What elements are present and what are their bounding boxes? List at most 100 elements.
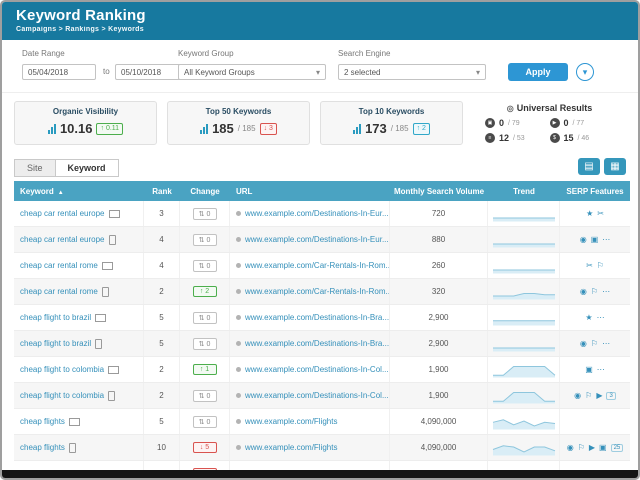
keyword-link[interactable]: cheap flight to colombia: [20, 365, 104, 374]
search-volume-value: 720: [390, 201, 488, 226]
tab-site[interactable]: Site: [14, 159, 56, 177]
keyword-cell: cheap flight to brazil: [14, 331, 144, 356]
mobile-icon: [109, 235, 116, 245]
trend-sparkline: [492, 440, 556, 456]
collapse-filters-button[interactable]: ▾: [576, 63, 594, 81]
change-cell: ⇅ 0: [180, 227, 230, 252]
url-status-icon: [236, 289, 241, 294]
arrow-up-icon: ↑: [100, 125, 104, 132]
change-badge: ↓ 5: [193, 442, 217, 453]
url-link[interactable]: www.example.com/Destinations-In-Eur...: [245, 235, 389, 244]
chevron-down-icon: ▾: [476, 65, 480, 81]
universal-value: 0: [499, 118, 504, 128]
search-volume-value: 2,900: [390, 305, 488, 330]
url-link[interactable]: www.example.com/Destinations-In-Col...: [245, 365, 389, 374]
apply-button[interactable]: Apply: [508, 63, 568, 81]
search-engine-value: 2 selected: [344, 68, 380, 77]
local-icon: ⚐: [591, 339, 598, 348]
keyword-group-value: All Keyword Groups: [184, 68, 255, 77]
universal-total: / 77: [573, 120, 585, 127]
change-badge: ⇅ 0: [193, 338, 217, 350]
url-link[interactable]: www.example.com/Car-Rentals-In-Rom...: [245, 261, 390, 270]
trend-cell: [488, 279, 560, 304]
column-header-monthly-search-volume[interactable]: Monthly Search Volume: [390, 187, 488, 196]
trend-sparkline: [492, 284, 556, 300]
serp-features-cell: ◉▣⋯: [560, 227, 630, 252]
table-row: cheap car rental europe3⇅ 0www.example.c…: [14, 201, 630, 227]
column-header-trend[interactable]: Trend: [488, 187, 560, 196]
search-engine-select[interactable]: ▾ 2 selected: [338, 64, 486, 80]
keyword-cell: cheap flight to colombia: [14, 357, 144, 382]
search-volume-value: 2,900: [390, 331, 488, 356]
url-status-icon: [236, 341, 241, 346]
keyword-link[interactable]: cheap flight to brazil: [20, 313, 91, 322]
change-cell: ↓ 5: [180, 435, 230, 460]
table-row: cheap flights5⇅ 0www.example.com/Flights…: [14, 409, 630, 435]
export-button[interactable]: ▤: [578, 158, 600, 175]
url-cell: www.example.com/Destinations-In-Eur...: [230, 227, 390, 252]
url-link[interactable]: www.example.com/Destinations-In-Eur...: [245, 209, 389, 218]
ads-icon: ◉: [580, 235, 587, 244]
arrow-down-icon: ↓: [264, 125, 268, 132]
breadcrumb[interactable]: Campaigns > Rankings > Keywords: [16, 26, 624, 33]
keyword-group-select[interactable]: ▾ All Keyword Groups: [178, 64, 326, 80]
url-link[interactable]: www.example.com/Car-Rentals-In-Rom...: [245, 287, 390, 296]
serp-features-cell: [560, 409, 630, 434]
keyword-cell: cheap car rental rome: [14, 279, 144, 304]
universal-results-icon: ◎: [507, 104, 514, 113]
more-icon: ⋯: [602, 339, 610, 348]
video-icon: ▶: [550, 118, 560, 128]
top10-keywords-card: Top 10 Keywords 173 / 185 ↑ 2: [320, 101, 463, 145]
ads-icon: ◉: [580, 339, 587, 348]
keyword-link[interactable]: cheap car rental europe: [20, 209, 105, 218]
url-link[interactable]: www.example.com/Destinations-In-Bra...: [245, 313, 389, 322]
rank-value: 3: [144, 201, 180, 226]
change-badge: ↓ 3: [260, 123, 277, 135]
chevron-down-icon: ▾: [583, 67, 588, 77]
trend-cell: [488, 201, 560, 226]
rank-value: 5: [144, 409, 180, 434]
bar-chart-icon: [353, 124, 361, 134]
rank-value: 5: [144, 331, 180, 356]
column-header-url[interactable]: URL: [230, 187, 390, 196]
desktop-icon: [69, 418, 80, 426]
keyword-link[interactable]: cheap car rental europe: [20, 235, 105, 244]
change-cell: ⇅ 0: [180, 253, 230, 278]
chevron-down-icon: ▾: [316, 65, 320, 81]
keyword-cell: cheap car rental rome: [14, 253, 144, 278]
rank-value: 5: [144, 305, 180, 330]
keyword-link[interactable]: cheap car rental rome: [20, 261, 98, 270]
trend-cell: [488, 305, 560, 330]
change-badge: ⇅ 0: [193, 260, 217, 272]
column-header-change[interactable]: Change: [180, 187, 230, 196]
table-row: cheap car rental europe4⇅ 0www.example.c…: [14, 227, 630, 253]
column-header-keyword[interactable]: Keyword▲: [14, 187, 144, 196]
images-icon: ▣: [585, 365, 593, 374]
url-link[interactable]: www.example.com/Destinations-In-Col...: [245, 391, 389, 400]
change-badge: ↑ 0.11: [96, 123, 123, 135]
keyword-link[interactable]: cheap flight to brazil: [20, 339, 91, 348]
change-badge: ↑ 1: [193, 364, 217, 375]
trend-cell: [488, 409, 560, 434]
column-header-rank[interactable]: Rank: [144, 187, 180, 196]
columns-button[interactable]: ▦: [604, 158, 626, 175]
keyword-link[interactable]: cheap car rental rome: [20, 287, 98, 296]
url-status-icon: [236, 237, 241, 242]
keyword-cell: cheap flights: [14, 435, 144, 460]
date-from-input[interactable]: 05/04/2018: [22, 64, 96, 80]
column-header-serp-features[interactable]: SERP Features: [560, 187, 630, 196]
url-link[interactable]: www.example.com/Flights: [245, 443, 337, 452]
table-row: cheap car rental rome2↑ 2www.example.com…: [14, 279, 630, 305]
mobile-icon: [102, 287, 109, 297]
url-link[interactable]: www.example.com/Destinations-In-Bra...: [245, 339, 389, 348]
tab-keyword[interactable]: Keyword: [56, 159, 119, 177]
keyword-link[interactable]: cheap flight to colombia: [20, 391, 104, 400]
url-link[interactable]: www.example.com/Flights: [245, 417, 337, 426]
sitelinks-icon: ✂: [597, 209, 604, 218]
keyword-link[interactable]: cheap flights: [20, 417, 65, 426]
change-value: 3: [269, 125, 273, 132]
tabs-row: Site Keyword ▤ ▦: [14, 153, 626, 177]
keyword-link[interactable]: cheap flights: [20, 443, 65, 452]
search-volume-value: 880: [390, 227, 488, 252]
change-value: 0.11: [106, 125, 119, 132]
